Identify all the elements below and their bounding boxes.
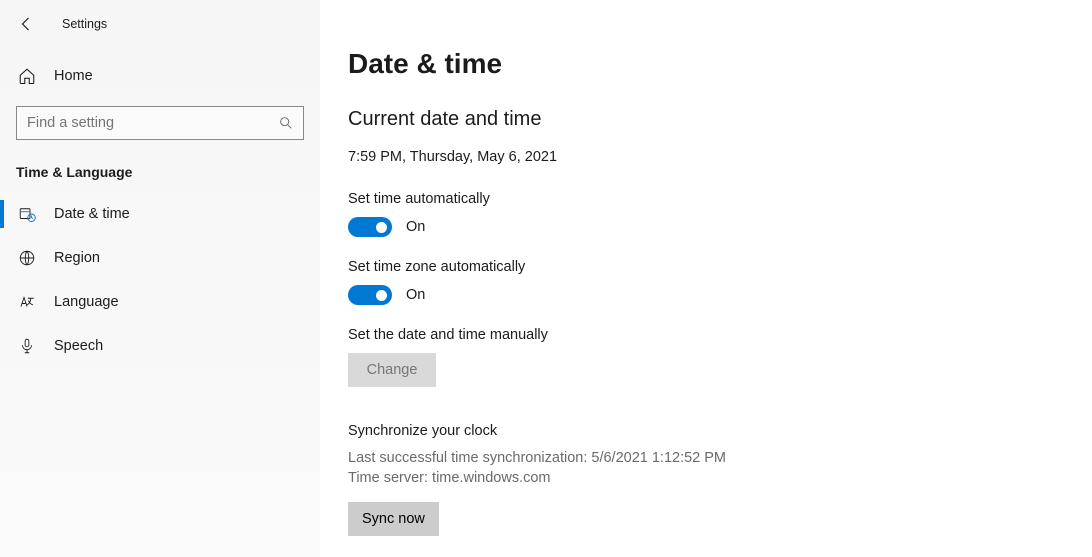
- search-icon: [278, 115, 294, 131]
- search-input[interactable]: [16, 106, 304, 140]
- home-icon: [18, 67, 36, 85]
- nav-label: Region: [54, 250, 100, 266]
- nav-home-label: Home: [54, 68, 93, 84]
- back-icon[interactable]: [18, 15, 36, 33]
- nav-language[interactable]: Language: [0, 280, 320, 324]
- sync-now-button[interactable]: Sync now: [348, 502, 439, 536]
- auto-tz-state: On: [406, 287, 425, 303]
- sidebar: Settings Home Time & Language Date & tim…: [0, 0, 320, 557]
- nav-label: Date & time: [54, 206, 130, 222]
- nav-region[interactable]: Region: [0, 236, 320, 280]
- sync-server: Time server: time.windows.com: [348, 469, 1092, 489]
- auto-tz-toggle[interactable]: [348, 285, 392, 305]
- current-datetime-value: 7:59 PM, Thursday, May 6, 2021: [348, 149, 1092, 165]
- sync-last: Last successful time synchronization: 5/…: [348, 449, 1092, 469]
- auto-time-toggle-row: On: [348, 217, 1092, 237]
- change-button: Change: [348, 353, 436, 387]
- titlebar: Settings: [0, 0, 320, 48]
- sync-title: Synchronize your clock: [348, 423, 1092, 439]
- manual-dt-label: Set the date and time manually: [348, 327, 1092, 343]
- calendar-clock-icon: [18, 205, 36, 223]
- auto-time-toggle[interactable]: [348, 217, 392, 237]
- nav-label: Language: [54, 294, 119, 310]
- nav-home[interactable]: Home: [0, 56, 320, 96]
- nav-label: Speech: [54, 338, 103, 354]
- microphone-icon: [18, 337, 36, 355]
- sidebar-section-title: Time & Language: [16, 164, 320, 180]
- globe-icon: [18, 249, 36, 267]
- window-title: Settings: [62, 17, 107, 31]
- page-title: Date & time: [348, 48, 1092, 80]
- auto-tz-label: Set time zone automatically: [348, 259, 1092, 275]
- nav-date-time[interactable]: Date & time: [0, 192, 320, 236]
- language-icon: [18, 293, 36, 311]
- auto-tz-toggle-row: On: [348, 285, 1092, 305]
- auto-time-label: Set time automatically: [348, 191, 1092, 207]
- main-content: Date & time Current date and time 7:59 P…: [320, 0, 1092, 557]
- current-dt-heading: Current date and time: [348, 108, 1092, 131]
- auto-time-state: On: [406, 219, 425, 235]
- nav-speech[interactable]: Speech: [0, 324, 320, 368]
- search-container: [16, 106, 304, 140]
